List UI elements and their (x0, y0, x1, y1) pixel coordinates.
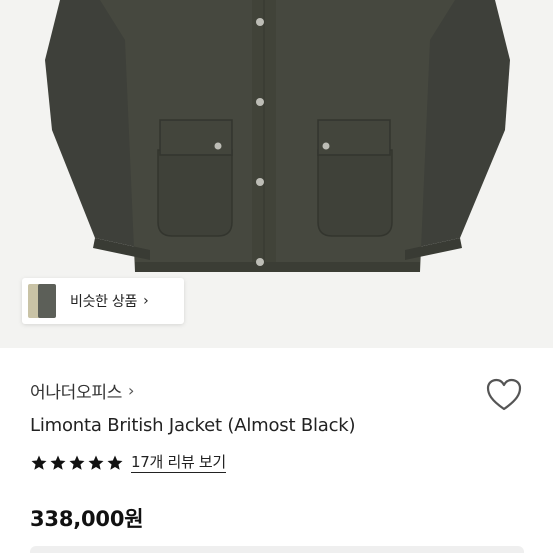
star-icon (69, 455, 85, 470)
star-icon (50, 455, 66, 470)
brand-link[interactable]: 어나더오피스 › (30, 378, 134, 403)
star-icon (31, 455, 47, 470)
option-select-bar[interactable] (30, 546, 524, 553)
chevron-right-icon: › (128, 381, 135, 400)
product-price: 338,000원 (30, 507, 144, 531)
view-reviews-link[interactable]: 17개 리뷰 보기 (131, 453, 226, 473)
rating-row: 17개 리뷰 보기 (30, 453, 226, 473)
thumbnail-image (38, 284, 56, 318)
star-icon (88, 455, 104, 470)
chevron-right-icon: › (143, 293, 149, 309)
similar-products-button[interactable]: 비슷한 상품 › (22, 278, 184, 324)
product-image[interactable]: 비슷한 상품 › (0, 0, 553, 348)
brand-name: 어나더오피스 (30, 383, 123, 403)
similar-products-label: 비슷한 상품 (70, 294, 138, 310)
heart-outline-icon[interactable] (486, 378, 522, 412)
similar-thumbnails (22, 278, 58, 324)
rating-stars (30, 454, 125, 472)
star-icon (107, 455, 123, 470)
product-title: Limonta British Jacket (Almost Black) (30, 415, 356, 436)
